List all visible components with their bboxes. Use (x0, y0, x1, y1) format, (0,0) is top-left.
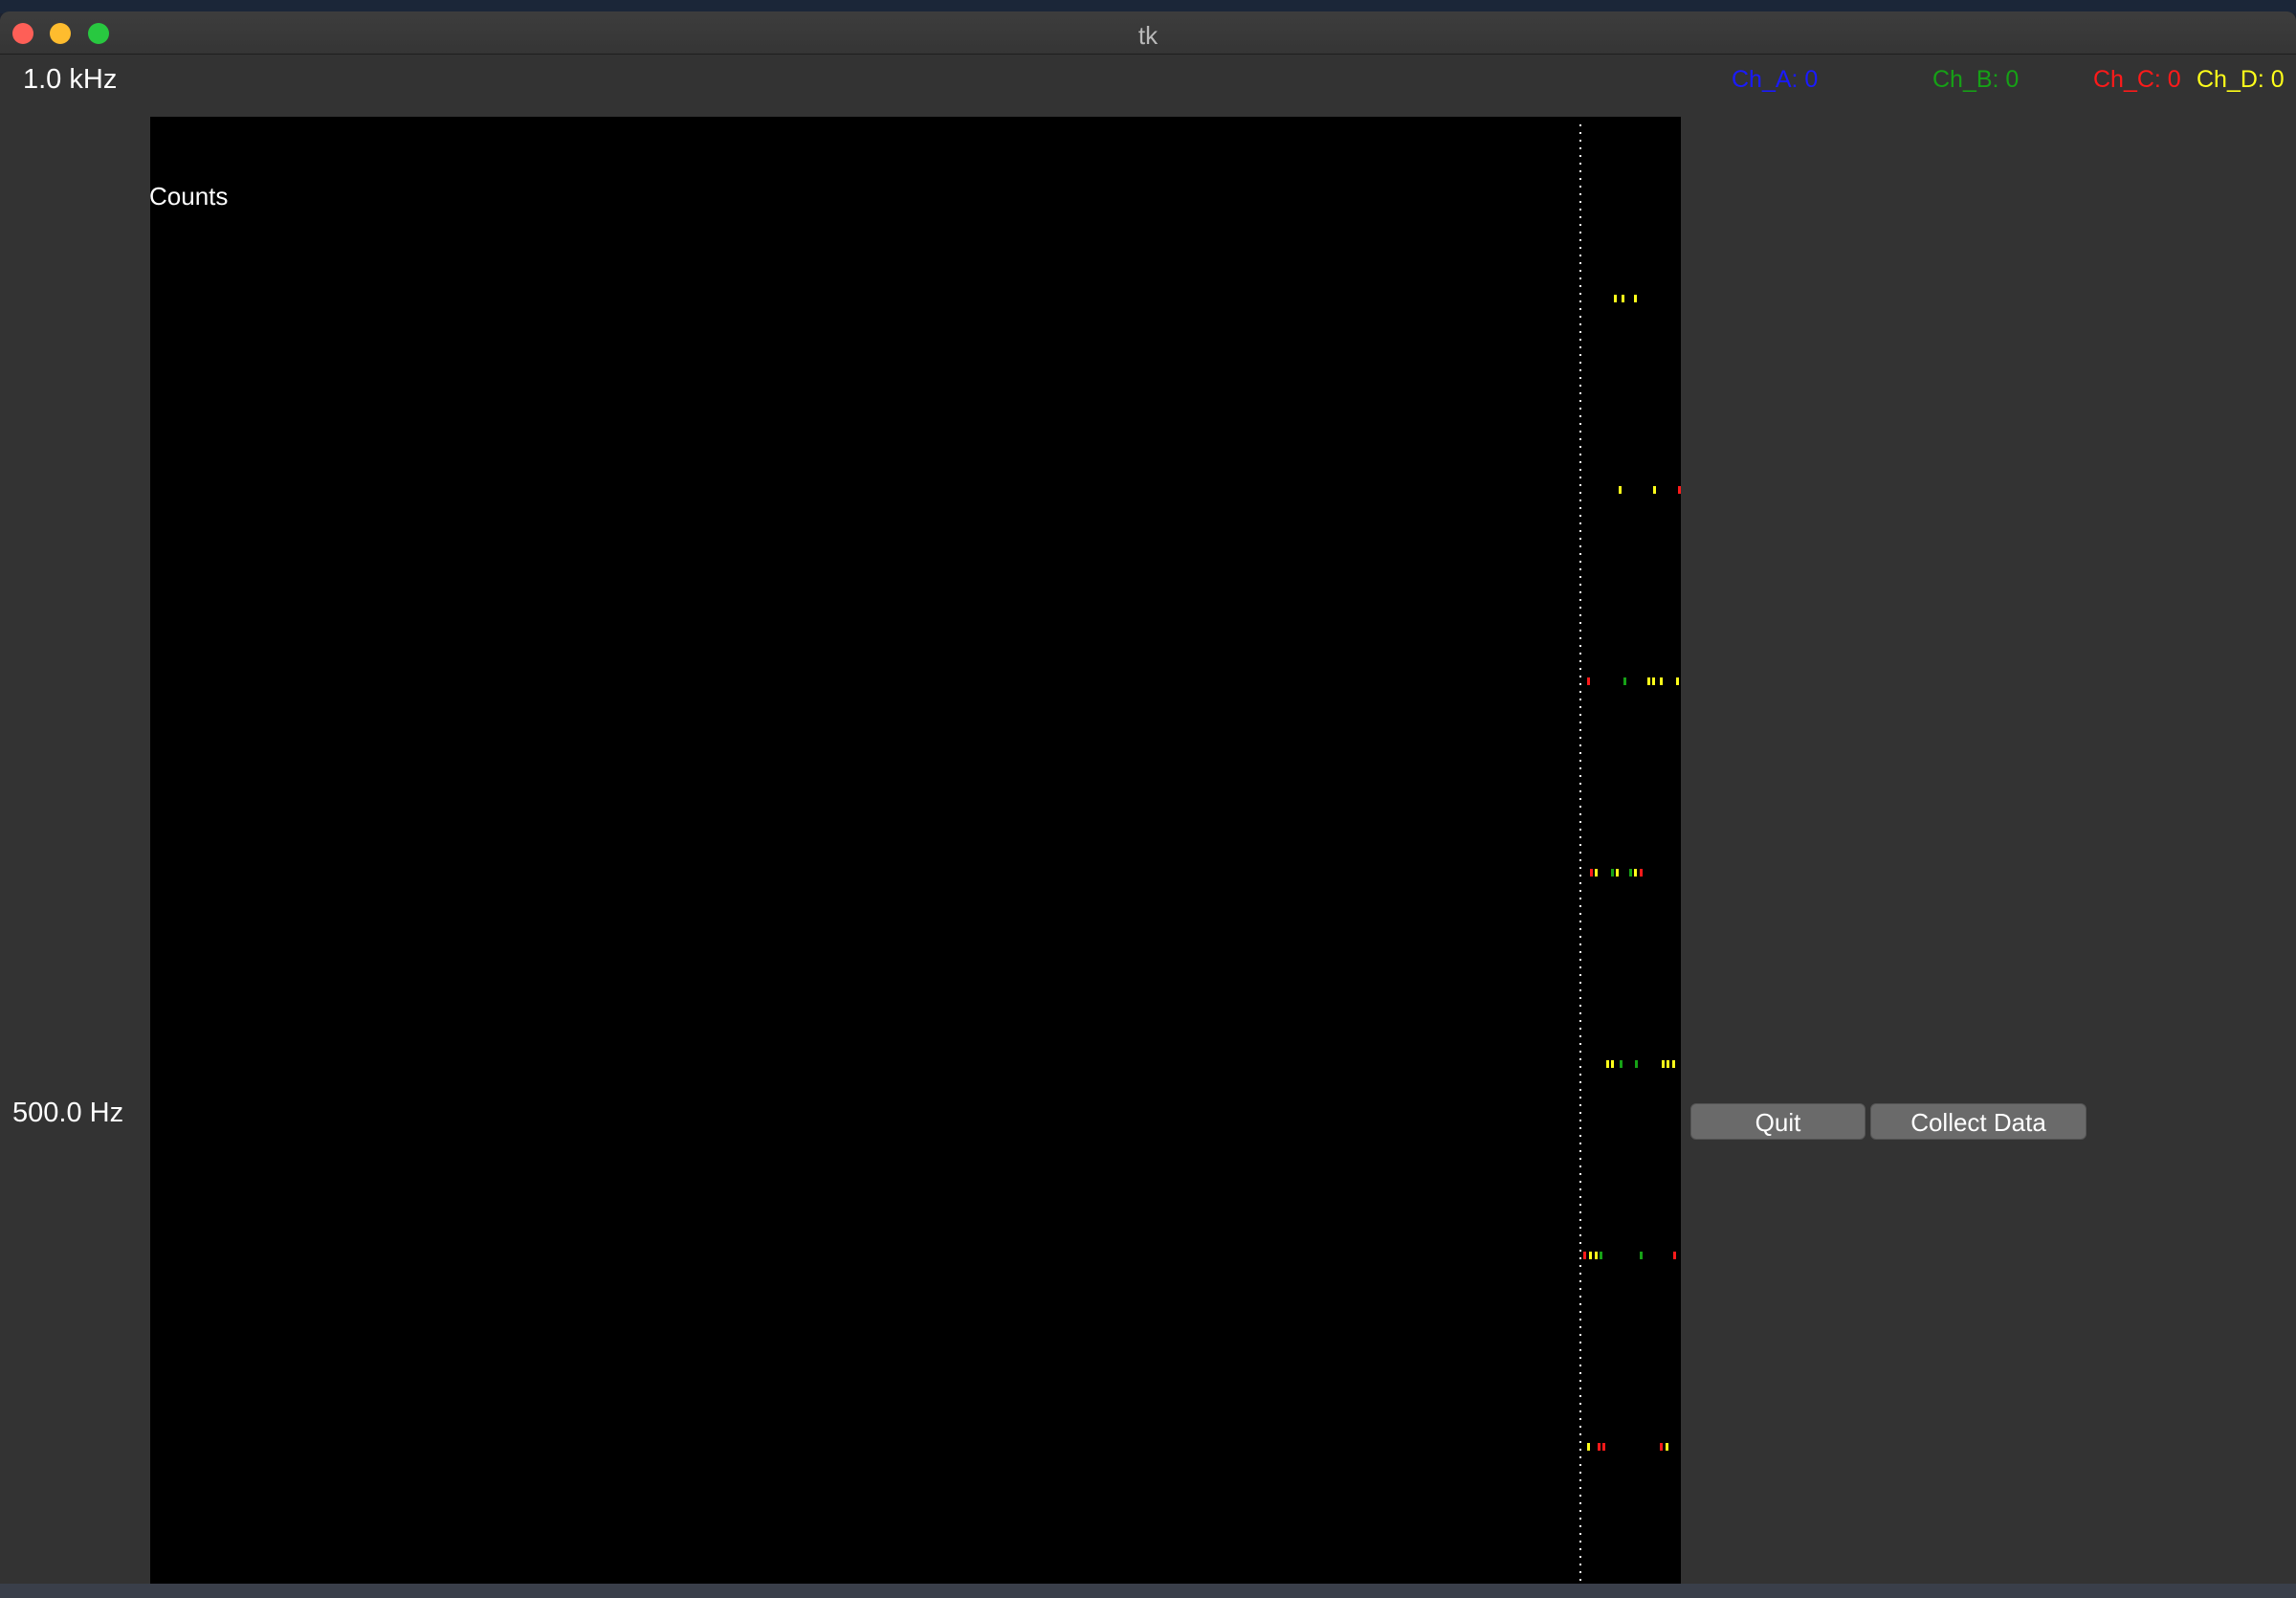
event-tick (1589, 1252, 1592, 1259)
event-tick (1676, 677, 1679, 685)
frequency-mid-label: 500.0 Hz (12, 1098, 124, 1128)
event-tick (1614, 295, 1617, 302)
event-tick (1629, 869, 1632, 877)
event-tick (1635, 1060, 1638, 1068)
channel-c-count: Ch_C: 0 (2093, 66, 2181, 93)
event-tick (1640, 869, 1643, 877)
event-tick (1622, 295, 1624, 302)
event-tick (1660, 677, 1663, 685)
event-tick (1673, 1252, 1676, 1259)
event-tick (1590, 869, 1593, 877)
event-tick (1611, 1060, 1614, 1068)
spectrogram-marks (1579, 124, 1681, 1584)
channel-a-count: Ch_A: 0 (1732, 66, 1819, 93)
frequency-top-label: 1.0 kHz (23, 64, 118, 95)
channel-d-count: Ch_D: 0 (2197, 66, 2285, 93)
event-tick (1652, 677, 1655, 685)
event-tick (1619, 486, 1622, 494)
event-tick (1587, 677, 1590, 685)
title-bar[interactable]: tk (0, 11, 2296, 55)
event-tick (1634, 295, 1637, 302)
channel-b-count: Ch_B: 0 (1932, 66, 2020, 93)
event-tick (1611, 869, 1614, 877)
event-tick (1583, 1252, 1586, 1259)
dock-strip (0, 1584, 2296, 1598)
event-tick (1640, 1252, 1643, 1259)
event-tick (1595, 869, 1598, 877)
event-tick (1602, 1443, 1605, 1451)
event-tick (1616, 869, 1619, 877)
event-tick (1595, 1252, 1598, 1259)
event-tick (1653, 486, 1656, 494)
event-tick (1600, 1252, 1602, 1259)
event-tick (1598, 1443, 1601, 1451)
event-tick (1606, 1060, 1609, 1068)
event-tick (1662, 1060, 1665, 1068)
quit-button[interactable]: Quit (1690, 1103, 1866, 1140)
client-area: 1.0 kHz 500.0 Hz Ch_A: 0 Ch_B: 0 Ch_C: 0… (0, 55, 2296, 1584)
event-tick (1667, 1060, 1669, 1068)
screen: tk 1.0 kHz 500.0 Hz Ch_A: 0 Ch_B: 0 Ch_C… (0, 0, 2296, 1598)
window-title: tk (1137, 21, 1159, 50)
event-tick (1587, 1443, 1590, 1451)
event-tick (1634, 869, 1637, 877)
event-ticks (1583, 295, 1681, 1451)
event-tick (1672, 1060, 1675, 1068)
event-tick (1647, 677, 1650, 685)
collect-data-button[interactable]: Collect Data (1870, 1103, 2086, 1140)
app-window: tk 1.0 kHz 500.0 Hz Ch_A: 0 Ch_B: 0 Ch_C… (0, 11, 2296, 1584)
counts-label: Counts (149, 182, 229, 211)
event-tick (1678, 486, 1681, 494)
event-tick (1623, 677, 1626, 685)
spectrogram-canvas[interactable] (150, 117, 1681, 1584)
event-tick (1620, 1060, 1623, 1068)
event-tick (1666, 1443, 1668, 1451)
event-tick (1660, 1443, 1663, 1451)
